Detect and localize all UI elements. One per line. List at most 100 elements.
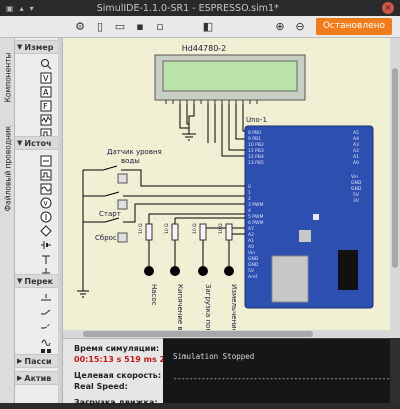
group-active[interactable]: ▶ Актив	[15, 371, 62, 385]
save-as-icon[interactable]: ▫	[152, 19, 168, 35]
sensor-label-line2: воды	[121, 157, 140, 165]
water-level-sensor-switch[interactable]	[117, 173, 128, 184]
svg-text:3V: 3V	[353, 198, 360, 204]
svg-text:1: 1	[248, 190, 251, 196]
circuit-canvas[interactable]: Hd44780-2 Uno-1 8 PB0 9 PB1 10 PB2 11 PB3 12…	[63, 38, 390, 338]
title-bar: ▣ ▴ ▾ SimulIDE-1.1.0-SR1 - ESPRESSO.sim1…	[0, 0, 400, 16]
svg-text:8 PB0: 8 PB0	[248, 130, 261, 136]
side-tabs: Компоненты Файловый проводник	[0, 38, 15, 403]
start-label: Старт	[99, 210, 121, 218]
console-scrollbar[interactable]	[390, 338, 400, 403]
clock-source-icon[interactable]	[38, 169, 53, 181]
svg-text:A1: A1	[248, 238, 254, 244]
start-push-button[interactable]	[117, 199, 128, 210]
oscilloscope-icon[interactable]	[38, 114, 53, 126]
switch-icon[interactable]	[38, 306, 53, 318]
new-circuit-icon[interactable]: ▯	[92, 19, 108, 35]
grind-indicator[interactable]	[224, 266, 234, 276]
console-message: Simulation Stopped	[173, 352, 255, 361]
reset-push-button[interactable]	[117, 232, 128, 243]
ammeter-icon[interactable]: A	[38, 86, 53, 98]
open-folder-icon[interactable]: ▭	[112, 19, 128, 35]
fixed-voltage-icon[interactable]	[38, 155, 53, 167]
tab-file-explorer[interactable]: Файловый проводник	[1, 123, 14, 213]
frequency-meter-icon[interactable]: F	[38, 100, 53, 112]
settings-gear-icon[interactable]: ⚙	[72, 19, 88, 35]
reset-label: Сброс	[95, 234, 117, 242]
svg-text:9 PB1: 9 PB1	[248, 136, 261, 142]
power-jack	[338, 250, 358, 290]
board-crystal	[299, 230, 311, 242]
probe-icon[interactable]	[38, 58, 53, 70]
resistor-4-value: 10 Ω	[218, 223, 224, 234]
battery-icon[interactable]	[38, 239, 53, 251]
grind-label: Измельчение	[230, 284, 238, 333]
svg-text:GND: GND	[248, 256, 259, 262]
wave-generator-icon[interactable]	[38, 183, 53, 195]
close-button[interactable]: ×	[382, 2, 394, 14]
component-panel: ▼ Измер V A F ▼ Источ V ▼ Перек ▶ Пасси ▶ Акт…	[15, 38, 63, 403]
group-sources[interactable]: ▼ Источ	[15, 136, 62, 150]
heater-indicator[interactable]	[170, 266, 180, 276]
lcd-screen	[162, 60, 298, 92]
sim-time-label: Время симуляции:	[74, 344, 160, 353]
zoom-in-icon[interactable]: ⊕	[272, 19, 288, 35]
horizontal-scroll-thumb[interactable]	[83, 331, 313, 337]
svg-text:Vin: Vin	[351, 174, 358, 180]
simulation-info-panel: Время симуляции: 00:15:13 s 519 ms 233 Ц…	[63, 338, 176, 407]
svg-text:A7: A7	[248, 226, 254, 232]
canvas-horizontal-scrollbar[interactable]	[63, 330, 390, 338]
svg-text:5V: 5V	[248, 268, 255, 274]
controlled-source-icon[interactable]	[38, 225, 53, 237]
rail-icon[interactable]	[38, 253, 53, 265]
svg-text:4: 4	[248, 208, 251, 214]
sensor-label: Датчик уровня	[107, 148, 162, 156]
svg-text:A0: A0	[248, 244, 254, 250]
svg-text:6 PWM: 6 PWM	[248, 220, 263, 226]
svg-text:2: 2	[248, 196, 251, 202]
component-panel-scrollbar[interactable]	[58, 38, 62, 403]
svg-text:GND: GND	[351, 180, 362, 186]
usb-connector	[271, 255, 309, 303]
window-controls-left: ▣ ▴ ▾	[0, 4, 34, 13]
group-switches[interactable]: ▼ Перек	[15, 274, 62, 288]
tab-components[interactable]: Компоненты	[1, 42, 14, 112]
svg-text:13 PB5: 13 PB5	[248, 160, 264, 166]
current-source-icon[interactable]	[38, 211, 53, 223]
svg-text:A1: A1	[353, 154, 359, 160]
push-button-icon[interactable]	[38, 292, 53, 304]
vertical-scroll-thumb[interactable]	[392, 68, 398, 268]
switch-dip-icon[interactable]	[38, 320, 53, 332]
relay-icon[interactable]	[38, 334, 53, 346]
main-toolbar: ⚙ ▯ ▭ ▪ ▫ ◧ ⊕ ⊖ ⊙ ⏻ ❚❚ Остановлено	[0, 16, 400, 38]
svg-text:10 PB2: 10 PB2	[248, 142, 264, 148]
svg-text:A2: A2	[248, 232, 254, 238]
svg-text:A3: A3	[353, 142, 359, 148]
pin-icon[interactable]: ▴	[20, 4, 24, 13]
engine-load-label: Загрузка движка:	[74, 398, 158, 407]
svg-text:A5: A5	[353, 130, 359, 136]
target-speed-label: Целевая скорость:	[74, 371, 162, 380]
zoom-out-icon[interactable]: ⊖	[292, 19, 308, 35]
group-passive[interactable]: ▶ Пасси	[15, 354, 62, 368]
pump-indicator[interactable]	[144, 266, 154, 276]
group-meters[interactable]: ▼ Измер	[15, 40, 62, 54]
export-icon[interactable]: ◧	[200, 19, 216, 35]
real-speed-label: Real Speed:	[74, 382, 128, 391]
simulation-status-button[interactable]: Остановлено	[315, 18, 392, 35]
load-indicator[interactable]	[198, 266, 208, 276]
console-separator: ----------------------------------------…	[173, 374, 390, 383]
app-icon: ▣	[6, 3, 14, 13]
output-console[interactable]: Simulation Stopped ---------------------…	[163, 338, 390, 403]
lcd-pins	[165, 100, 258, 104]
svg-text:A0: A0	[353, 160, 359, 166]
svg-text:A2: A2	[353, 148, 359, 154]
svg-text:GND: GND	[351, 186, 362, 192]
voltmeter-icon[interactable]: V	[38, 72, 53, 84]
canvas-vertical-scrollbar[interactable]	[390, 38, 400, 338]
resistor-1-value: 10 Ω	[138, 223, 144, 234]
voltage-source-icon[interactable]: V	[38, 197, 53, 209]
save-icon[interactable]: ▪	[132, 19, 148, 35]
lcd-data-wires	[207, 104, 245, 157]
board-label: Uno-1	[246, 116, 267, 124]
